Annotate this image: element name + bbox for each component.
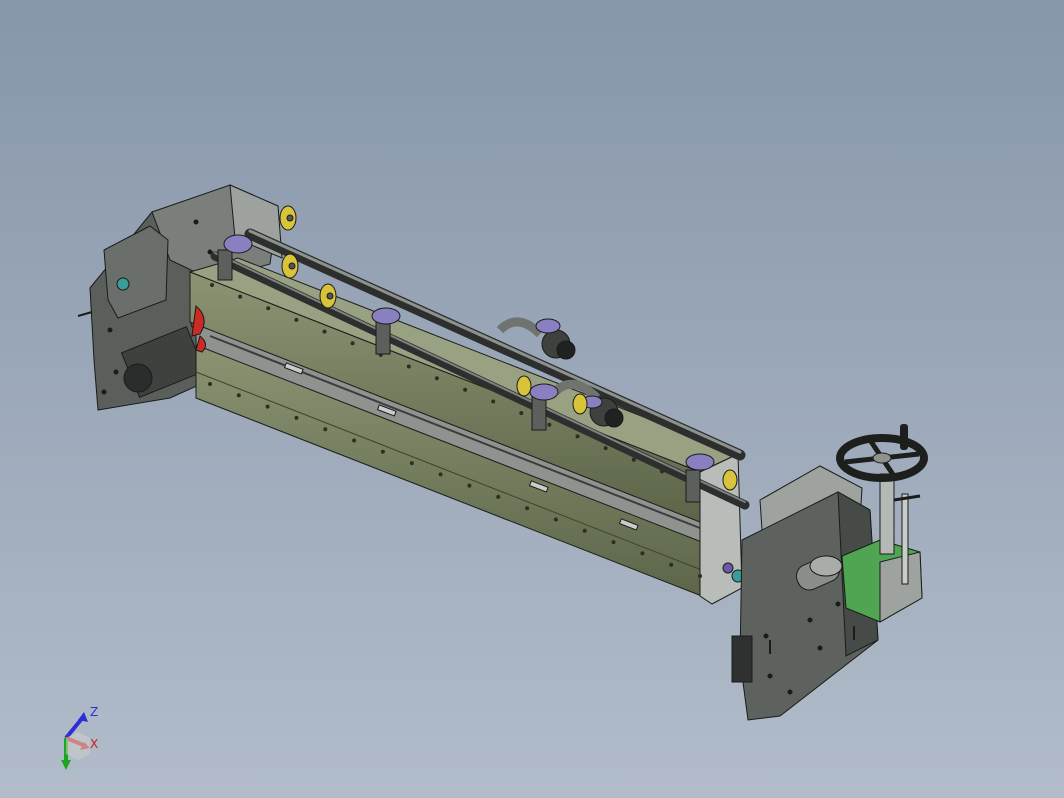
rail-bolt-hole — [294, 317, 299, 322]
knob-2[interactable] — [281, 253, 299, 279]
rail-bolt-hole — [603, 446, 608, 451]
knob-1[interactable] — [279, 205, 297, 231]
rail-bolt-hole — [547, 422, 552, 427]
bolt-hole — [767, 673, 773, 679]
handwheel-handle[interactable] — [900, 424, 908, 450]
right-shaft[interactable] — [809, 555, 843, 577]
rail-bolt-hole — [380, 449, 385, 454]
rail-bolt-hole — [519, 411, 524, 416]
handwheel-post[interactable] — [879, 473, 895, 555]
rail-bolt-hole — [409, 461, 414, 466]
right-lower-block[interactable] — [731, 635, 753, 683]
lead-screw[interactable] — [901, 493, 909, 585]
y-arrowhead-icon — [61, 760, 71, 770]
rail-bolt-hole — [236, 393, 241, 398]
rail-bolt-hole — [698, 574, 702, 578]
rail-bolt-hole — [294, 415, 299, 420]
rail-bolt-hole — [323, 427, 328, 432]
z-axis-label: Z — [90, 705, 98, 719]
rail-bolt-hole — [322, 329, 327, 334]
rail-bolt-hole — [438, 472, 443, 477]
rail-bolt-hole — [669, 562, 674, 567]
knob-6[interactable] — [722, 469, 738, 491]
left-fitting-teal[interactable] — [116, 277, 130, 291]
rail-bolt-hole — [266, 306, 271, 311]
rail-bolt-hole — [208, 382, 212, 386]
tee-handle[interactable] — [893, 494, 921, 502]
right-end-plate-assembly[interactable] — [731, 465, 923, 721]
rail-bolt-hole — [640, 551, 645, 556]
bolt-hole — [817, 645, 823, 651]
regulator-1[interactable] — [535, 318, 576, 360]
graphics-viewport[interactable]: Z X — [0, 0, 1064, 798]
knob-4[interactable] — [516, 375, 532, 397]
rail-bolt-hole — [611, 540, 616, 545]
handwheel[interactable] — [836, 424, 928, 482]
rail-bolt-hole — [496, 494, 501, 499]
knob-5[interactable] — [572, 393, 588, 415]
triad-cube-icon — [66, 732, 90, 760]
rail-bolt-hole — [352, 438, 357, 443]
rail-bolt-hole — [463, 387, 468, 392]
rail-bolt-hole — [467, 483, 472, 488]
left-cylinder-cap — [123, 363, 153, 393]
bolt-hole — [787, 689, 793, 695]
u-bend-pipe[interactable] — [496, 317, 544, 338]
rail-bolt-hole — [525, 506, 530, 511]
rail-bolt-hole — [210, 283, 214, 287]
bolt-hole — [807, 617, 813, 623]
rail-bolt-hole — [238, 294, 243, 299]
x-axis-label: X — [90, 737, 98, 751]
bolt-hole — [835, 601, 841, 607]
right-fitting-purple[interactable] — [722, 562, 734, 574]
main-rail-assembly[interactable] — [188, 257, 745, 605]
rail-bolt-hole — [406, 364, 411, 369]
rail-bolt-hole — [265, 404, 270, 409]
bolt-hole — [193, 219, 199, 225]
rail-bolt-hole — [553, 517, 558, 522]
green-guard-face[interactable] — [879, 551, 923, 623]
cad-model-view[interactable] — [0, 0, 1064, 798]
bolt-hole — [107, 327, 113, 333]
bolt-hole — [113, 369, 119, 375]
rail-bolt-hole — [575, 434, 580, 439]
rail-bolt-hole — [350, 341, 355, 346]
rail-bolt-hole — [582, 528, 587, 533]
rail-bolt-hole — [434, 376, 439, 381]
left-pin — [77, 311, 93, 317]
handwheel-hub — [872, 452, 892, 464]
rail-bolt-hole — [491, 399, 496, 404]
knob-3[interactable] — [319, 283, 337, 309]
bolt-hole — [763, 633, 769, 639]
bolt-hole — [101, 389, 107, 395]
orientation-triad[interactable]: Z X — [52, 700, 112, 775]
